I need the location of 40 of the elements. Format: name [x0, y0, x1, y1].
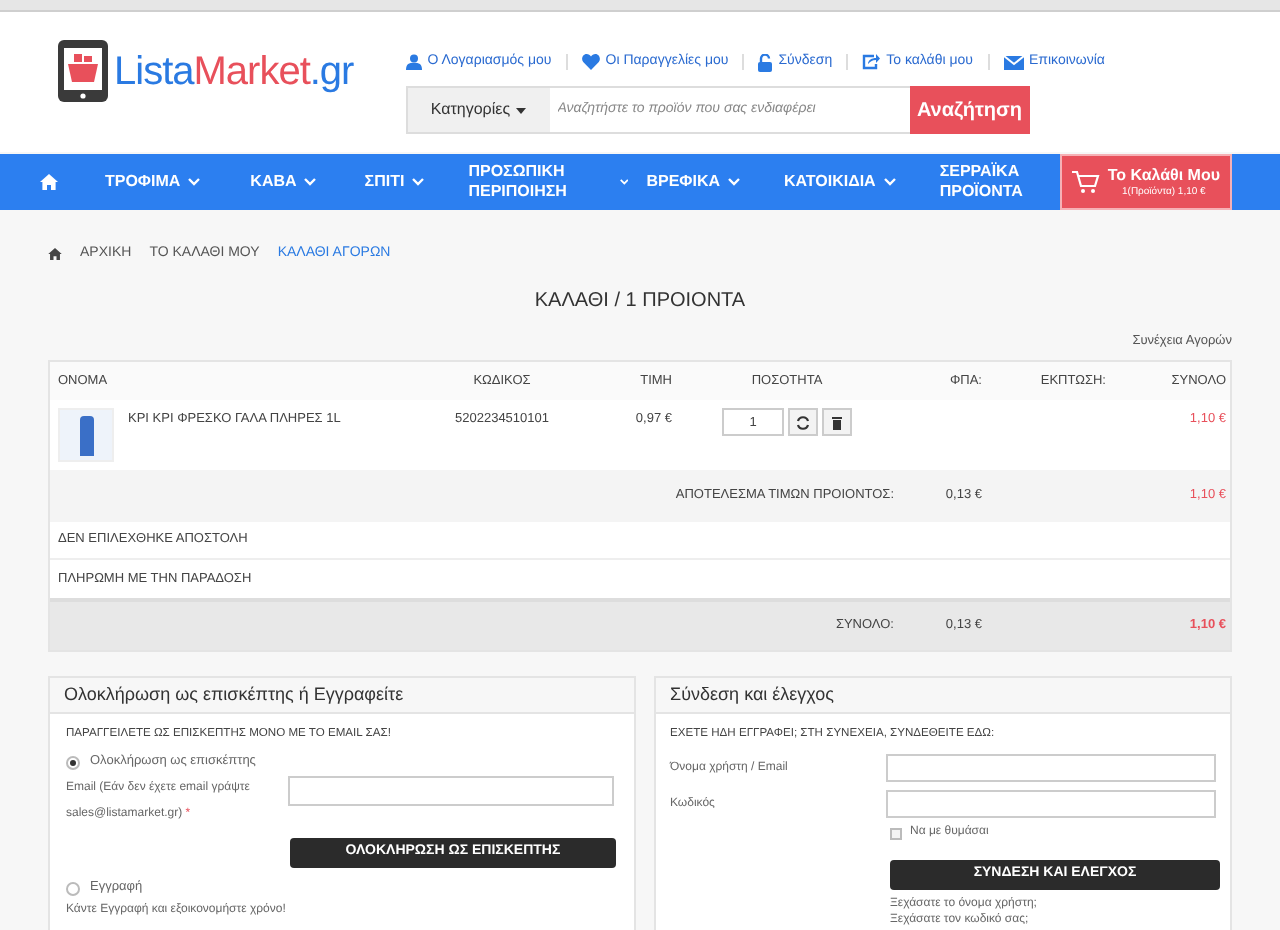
caret-icon: [516, 107, 527, 113]
padlock-icon: [758, 53, 773, 71]
nav-item[interactable]: ΤΡΟΦΙΜΑ: [104, 154, 201, 210]
refresh-button[interactable]: [788, 408, 818, 436]
chevron-down-icon: [728, 178, 740, 186]
delete-button[interactable]: [822, 408, 852, 436]
search-button[interactable]: Αναζήτηση: [909, 86, 1030, 134]
nav-item[interactable]: ΣΕΡΡΑΪΚΑ ΠΡΟΪΟΝΤΑ: [939, 154, 1060, 210]
trash-icon: [832, 415, 842, 429]
user-icon: [405, 54, 422, 70]
tablet-basket-logo-icon: [56, 38, 110, 104]
chevron-down-icon: [412, 178, 425, 186]
category-dropdown[interactable]: Κατηγορίες: [405, 86, 550, 134]
share-icon: [862, 54, 881, 70]
home-icon[interactable]: [48, 248, 62, 260]
chevron-down-icon: [304, 178, 317, 186]
product-photo-placeholder: [58, 408, 114, 462]
refresh-icon: [796, 415, 810, 429]
checkbox[interactable]: [890, 827, 902, 839]
chevron-down-icon: [188, 178, 201, 186]
logo-text[interactable]: ListaMarket.gr: [114, 51, 354, 91]
page-title: ΚΑΛΑΘΙ / 1 ΠΡΟΙΟΝΤΑ: [532, 288, 748, 316]
nav-item[interactable]: ΣΠΙΤΙ: [364, 154, 425, 210]
cart-icon: [1071, 170, 1100, 194]
nav-item[interactable]: ΚΑΤΟΙΚΙΔΙΑ: [784, 154, 896, 210]
radio-button[interactable]: [66, 881, 80, 895]
panel-title: Ολοκλήρωση ως επισκέπτης ή Εγγραφείτε: [50, 678, 634, 714]
panel-title: Σύνδεση και έλεγχος: [656, 678, 1230, 714]
chevron-down-icon: [883, 178, 896, 186]
username-field[interactable]: [886, 754, 1216, 782]
radio-button[interactable]: [66, 755, 80, 769]
nav-item[interactable]: ΠΡΟΣΩΠΙΚΗ ΠΕΡΙΠΟΙΗΣΗ: [468, 154, 629, 210]
password-field[interactable]: [886, 790, 1216, 818]
nav-item[interactable]: ΚΑΒΑ: [250, 154, 317, 210]
home-icon[interactable]: [40, 174, 59, 190]
heart-icon: [581, 54, 600, 70]
email-field[interactable]: [288, 776, 614, 806]
chevron-down-icon: [619, 178, 629, 186]
nav-item[interactable]: ΒΡΕΦΙΚΑ: [646, 154, 740, 210]
envelope-icon: [1003, 55, 1023, 69]
